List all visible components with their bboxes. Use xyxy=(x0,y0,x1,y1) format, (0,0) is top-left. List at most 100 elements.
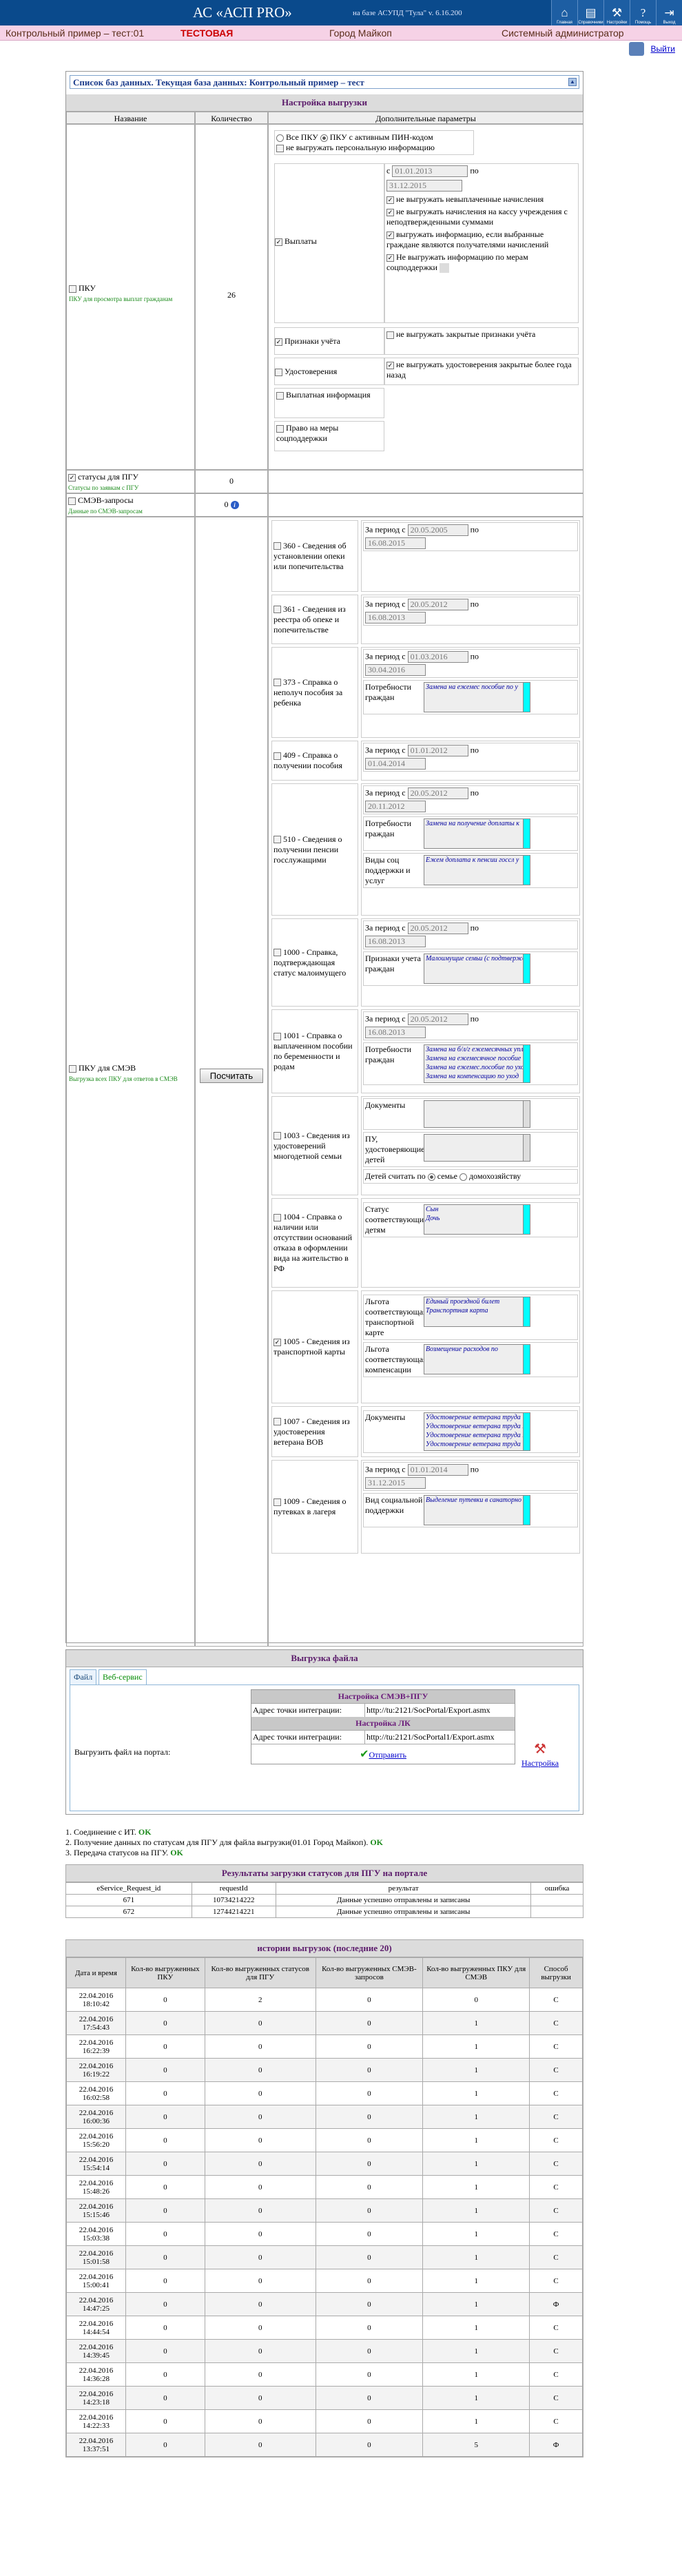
col-name: Название xyxy=(66,112,195,124)
household-radio[interactable] xyxy=(459,1173,467,1181)
opt1-checkbox[interactable]: ✓ xyxy=(386,196,394,204)
home-icon[interactable]: ⌂ Главная xyxy=(551,0,577,25)
info-icon[interactable]: i xyxy=(230,501,239,510)
results-cell: 10734214222 xyxy=(191,1894,276,1906)
signs-checkbox[interactable]: ✓ xyxy=(275,338,282,346)
docs-list[interactable] xyxy=(424,1100,530,1128)
options-list[interactable]: Возмещение расходов по xyxy=(424,1344,530,1374)
tab-file[interactable]: Файл xyxy=(70,1669,97,1685)
signs-opt-checkbox[interactable] xyxy=(386,331,394,339)
exit-icon[interactable]: ⇥ Выход xyxy=(656,0,682,25)
period-from-input[interactable]: 01.01.2014 xyxy=(407,1464,468,1476)
help-icon[interactable]: ? Помощь xyxy=(630,0,656,25)
history-cell: 1 xyxy=(422,2198,530,2223)
options-list[interactable]: Ежем доплата к пенсии госсл у xyxy=(424,855,530,885)
smev-row-checkbox[interactable] xyxy=(273,1213,281,1222)
settings-table: Название Количество Дополнительные парам… xyxy=(66,112,583,1648)
results-cell: 12744214221 xyxy=(191,1906,276,1918)
collapse-icon[interactable]: ▲ xyxy=(568,78,577,86)
pku-checkbox[interactable] xyxy=(69,285,76,293)
opt2-checkbox[interactable]: ✓ xyxy=(386,208,394,216)
payments-from-input[interactable]: 01.01.2013 xyxy=(392,165,468,177)
pin-pku-radio[interactable] xyxy=(320,134,328,142)
smev-pku-checkbox[interactable] xyxy=(69,1064,76,1073)
smev-pku-count: Посчитать xyxy=(195,517,268,1647)
smev-row-checkbox[interactable] xyxy=(273,752,281,760)
all-pku-radio[interactable] xyxy=(276,134,284,142)
period-from-input[interactable]: 01.01.2012 xyxy=(407,745,468,756)
tab-webservice[interactable]: Веб-сервис xyxy=(99,1669,147,1685)
options-list[interactable]: Сын Дочь xyxy=(424,1204,530,1235)
history-cell: 2 xyxy=(204,1988,316,2012)
certs-list[interactable] xyxy=(424,1134,530,1162)
smev-checkbox[interactable] xyxy=(68,497,76,505)
history-cell: 22.04.2016 16:22:39 xyxy=(66,2034,126,2059)
opt3-checkbox[interactable]: ✓ xyxy=(386,231,394,239)
period-from-input[interactable]: 20.05.2012 xyxy=(407,923,468,934)
family-radio[interactable] xyxy=(427,1173,435,1181)
period-from-input[interactable]: 01.03.2016 xyxy=(407,651,468,663)
smev-row-checkbox[interactable] xyxy=(273,1032,281,1040)
period-to-input[interactable]: 01.04.2014 xyxy=(365,758,426,770)
period-from-input[interactable]: 20.05.2012 xyxy=(407,1013,468,1025)
period-from-input[interactable]: 20.05.2012 xyxy=(407,599,468,610)
db-list-bar[interactable]: Список баз данных. Текущая база данных: … xyxy=(70,75,579,89)
options-list[interactable]: Малоимущие семьи (с подтвержден xyxy=(424,954,530,984)
options-list[interactable]: Замена на ежемес пособие по у xyxy=(424,682,530,712)
options-list[interactable]: Выделение путевки в санаторно xyxy=(424,1495,530,1525)
smev-row-checkbox[interactable] xyxy=(273,606,281,614)
period-to-input[interactable]: 31.12.2015 xyxy=(365,1477,426,1489)
period-to-input[interactable]: 30.04.2016 xyxy=(365,664,426,676)
opt4-checkbox[interactable]: ✓ xyxy=(386,254,394,262)
settings-panel: Список баз данных. Текущая база данных: … xyxy=(65,71,583,1647)
history-cell: 0 xyxy=(125,2269,205,2293)
send-link[interactable]: Отправить xyxy=(369,1750,406,1760)
pku-row-name: ПКУ ПКУ для просмотра выплат гражданам xyxy=(66,124,195,470)
history-header: Дата и время xyxy=(66,1957,126,1988)
smev-row-checkbox[interactable] xyxy=(273,949,281,957)
period-to-input[interactable]: 16.08.2013 xyxy=(365,612,426,624)
portal-label: Выгрузить файл на портал: xyxy=(74,1747,171,1757)
history-cell: 0 xyxy=(315,2105,424,2129)
smev-row-checkbox[interactable] xyxy=(273,836,281,844)
settings-icon[interactable]: ⚒ Настройки xyxy=(603,0,630,25)
results-cell xyxy=(530,1894,583,1906)
options-list[interactable]: Замена на получение доплаты к xyxy=(424,818,530,849)
smev-row-checkbox[interactable] xyxy=(273,542,281,550)
options-list[interactable]: Замена на б/л/г ежемесячных упл Замена на… xyxy=(424,1044,530,1083)
history-cell: 0 xyxy=(204,2339,316,2363)
history-cell: 0 xyxy=(315,2034,424,2059)
payments-to-input[interactable]: 31.12.2015 xyxy=(386,180,462,192)
history-cell: 22.04.2016 15:56:20 xyxy=(66,2128,126,2152)
options-list[interactable]: Удостоверение ветерана труда Удостоверени… xyxy=(424,1412,530,1451)
exit-link[interactable]: Выйти xyxy=(650,44,675,54)
count-button[interactable]: Посчитать xyxy=(200,1069,263,1083)
options-list[interactable]: Единый проездной билет Транспортная карта xyxy=(424,1297,530,1327)
status-checkbox[interactable]: ✓ xyxy=(68,473,76,482)
smev-row-checkbox[interactable]: ✓ xyxy=(273,1338,281,1346)
period-from-input[interactable]: 20.05.2005 xyxy=(407,524,468,536)
period-from-input[interactable]: 20.05.2012 xyxy=(407,787,468,799)
payments-checkbox[interactable]: ✓ xyxy=(275,238,282,246)
smev-row-checkbox[interactable] xyxy=(273,679,281,687)
smev-row-checkbox[interactable] xyxy=(273,1132,281,1140)
reference-icon[interactable]: ▤ Справочники xyxy=(577,0,603,25)
smev-row-name: 409 - Справка о получении пособия xyxy=(271,741,358,781)
period-to-input[interactable]: 20.11.2012 xyxy=(365,801,426,812)
payinfo-checkbox[interactable] xyxy=(276,391,284,400)
certs-checkbox[interactable] xyxy=(275,368,282,376)
no-personal-checkbox[interactable] xyxy=(276,144,284,152)
history-cell: 0 xyxy=(315,2011,424,2035)
history-cell: С xyxy=(529,2105,583,2129)
certs-opt-checkbox[interactable]: ✓ xyxy=(386,361,394,369)
period-to-input[interactable]: 16.08.2013 xyxy=(365,936,426,947)
history-header: Кол-во выгруженных СМЭВ-запросов xyxy=(315,1957,424,1988)
table-row: 22.04.2016 15:48:26 0 0 0 1 С xyxy=(66,2175,583,2199)
period-to-input[interactable]: 16.08.2015 xyxy=(365,537,426,549)
right-checkbox[interactable] xyxy=(276,424,284,433)
settings-link[interactable]: Настройка xyxy=(521,1758,559,1768)
table-row: 22.04.2016 13:37:51 0 0 0 5 Ф xyxy=(66,2433,583,2457)
smev-row-checkbox[interactable] xyxy=(273,1418,281,1426)
period-to-input[interactable]: 16.08.2013 xyxy=(365,1027,426,1038)
smev-row-checkbox[interactable] xyxy=(273,1498,281,1506)
